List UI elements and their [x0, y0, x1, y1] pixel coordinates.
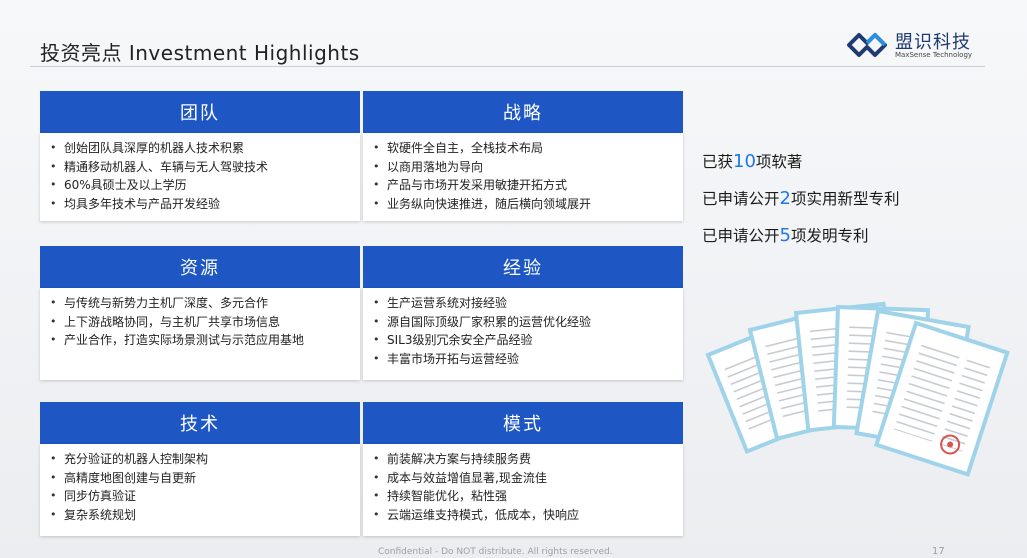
card-body: 软硬件全自主，全栈技术布局 以商用落地为导向 产品与市场开发采用敏捷开拓方式 业… — [363, 133, 683, 221]
list-item: 均具多年技术与产品开发经验 — [48, 195, 350, 214]
card-body: 生产运营系统对接经验 源自国际顶级厂家积累的运营优化经验 SIL3级别冗余安全产… — [363, 288, 683, 380]
list-item: 充分验证的机器人控制架构 — [48, 450, 350, 469]
card-technology: 技术 充分验证的机器人控制架构 高精度地图创建与自更新 同步仿真验证 复杂系统规… — [40, 402, 360, 536]
card-experience: 经验 生产运营系统对接经验 源自国际顶级厂家积累的运营优化经验 SIL3级别冗余… — [363, 246, 683, 380]
card-body: 充分验证的机器人控制架构 高精度地图创建与自更新 同步仿真验证 复杂系统规划 — [40, 444, 360, 536]
list-item: 上下游战略协同，与主机厂共享市场信息 — [48, 313, 350, 332]
list-item: 丰富市场开拓与运营经验 — [371, 350, 673, 369]
card-title: 资源 — [40, 246, 360, 288]
list-item: 创始团队具深厚的机器人技术积累 — [48, 139, 350, 158]
card-body: 前装解决方案与持续服务费 成本与效益增值显著,现金流佳 持续智能优化，粘性强 云… — [363, 444, 683, 536]
list-item: 前装解决方案与持续服务费 — [371, 450, 673, 469]
list-item: 生产运营系统对接经验 — [371, 294, 673, 313]
page-title: 投资亮点 Investment Highlights — [40, 41, 360, 65]
list-item: 与传统与新势力主机厂深度、多元合作 — [48, 294, 350, 313]
certificates-image — [705, 301, 1010, 477]
stat-suffix: 项发明专利 — [790, 227, 869, 245]
stat-prefix: 已获 — [702, 153, 734, 171]
stat-suffix: 项实用新型专利 — [790, 190, 900, 208]
list-item: 源自国际顶级厂家积累的运营优化经验 — [371, 313, 673, 332]
card-title: 团队 — [40, 91, 360, 133]
card-title: 技术 — [40, 402, 360, 444]
logo-subtitle: MaxSense Technology — [895, 51, 973, 59]
card-model: 模式 前装解决方案与持续服务费 成本与效益增值显著,现金流佳 持续智能优化，粘性… — [363, 402, 683, 536]
card-strategy: 战略 软硬件全自主，全栈技术布局 以商用落地为导向 产品与市场开发采用敏捷开拓方… — [363, 91, 683, 221]
maxsense-logo-icon — [847, 33, 887, 57]
list-item: 持续智能优化，粘性强 — [371, 487, 673, 506]
ip-stats: 已获10项软著 已申请公开2项实用新型专利 已申请公开5项发明专利 — [702, 150, 899, 261]
company-logo: 盟识科技 MaxSense Technology — [845, 28, 985, 64]
list-item: 以商用落地为导向 — [371, 158, 673, 177]
list-item: 软硬件全自主，全栈技术布局 — [371, 139, 673, 158]
list-item: 复杂系统规划 — [48, 506, 350, 525]
card-title: 经验 — [363, 246, 683, 288]
list-item: 60%具硕士及以上学历 — [48, 176, 350, 195]
title-divider — [30, 66, 985, 67]
list-item: 精通移动机器人、车辆与无人驾驶技术 — [48, 158, 350, 177]
list-item: 云端运维支持模式，低成本，快响应 — [371, 506, 673, 525]
stat-number: 2 — [779, 188, 791, 209]
list-item: SIL3级别冗余安全产品经验 — [371, 331, 673, 350]
list-item: 产品与市场开发采用敏捷开拓方式 — [371, 176, 673, 195]
slide: 投资亮点 Investment Highlights 盟识科技 MaxSense… — [0, 0, 1027, 558]
confidential-notice: Confidential - Do NOT distribute. All ri… — [378, 547, 613, 557]
card-body: 与传统与新势力主机厂深度、多元合作 上下游战略协同，与主机厂共享市场信息 产业合… — [40, 288, 360, 380]
card-title: 模式 — [363, 402, 683, 444]
page-number: 17 — [932, 546, 945, 557]
stat-number: 10 — [733, 151, 756, 172]
list-item: 产业合作，打造实际场景测试与示范应用基地 — [48, 331, 350, 350]
list-item: 同步仿真验证 — [48, 487, 350, 506]
stat-utility-patent: 已申请公开2项实用新型专利 — [702, 187, 899, 224]
stat-prefix: 已申请公开 — [702, 227, 780, 245]
card-title: 战略 — [363, 91, 683, 133]
list-item: 成本与效益增值显著,现金流佳 — [371, 469, 673, 488]
card-resources: 资源 与传统与新势力主机厂深度、多元合作 上下游战略协同，与主机厂共享市场信息 … — [40, 246, 360, 380]
stat-prefix: 已申请公开 — [702, 190, 780, 208]
stat-number: 5 — [779, 225, 791, 246]
stat-software-copyright: 已获10项软著 — [702, 150, 899, 187]
list-item: 高精度地图创建与自更新 — [48, 469, 350, 488]
list-item: 业务纵向快速推进，随后横向领域展开 — [371, 195, 673, 214]
stat-suffix: 项软著 — [755, 153, 803, 171]
stat-invention-patent: 已申请公开5项发明专利 — [702, 224, 899, 261]
card-team: 团队 创始团队具深厚的机器人技术积累 精通移动机器人、车辆与无人驾驶技术 60%… — [40, 91, 360, 221]
card-body: 创始团队具深厚的机器人技术积累 精通移动机器人、车辆与无人驾驶技术 60%具硕士… — [40, 133, 360, 221]
